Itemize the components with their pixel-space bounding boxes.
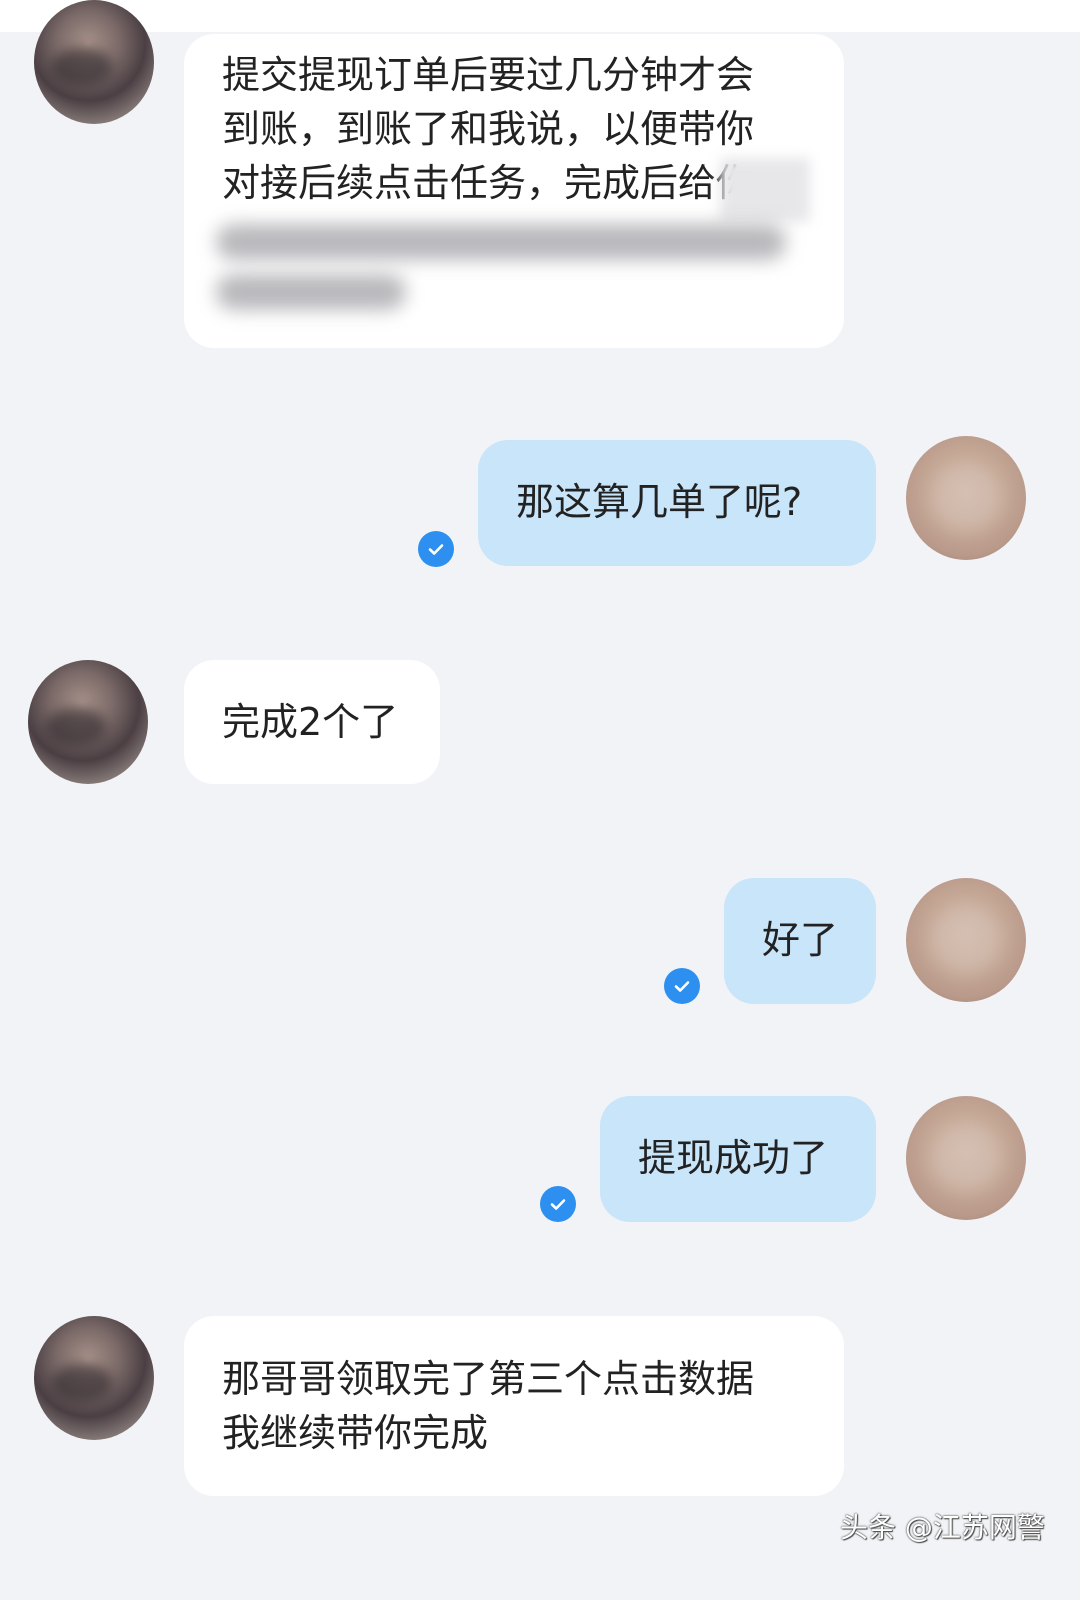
watermark-label: 头条 @江苏网警 (840, 1511, 1045, 1544)
my-avatar[interactable] (906, 1096, 1026, 1220)
my-avatar[interactable] (906, 436, 1026, 560)
message-text: 完成2个了 (222, 700, 399, 744)
read-receipt-icon (418, 531, 454, 567)
message-bubble-incoming[interactable]: 完成2个了 (184, 660, 440, 784)
contact-avatar[interactable] (34, 1316, 154, 1440)
message-bubble-incoming[interactable]: 那哥哥领取完了第三个点击数据 我继续带你完成 (184, 1316, 844, 1496)
read-receipt-icon (540, 1186, 576, 1222)
message-line: 那哥哥领取完了第三个点击数据 (222, 1357, 755, 1401)
message-line: 我继续带你完成 (222, 1411, 489, 1455)
redaction-blur (720, 158, 810, 222)
message-line: 提交提现订单后要过几分钟才会 (222, 53, 755, 97)
message-bubble-incoming[interactable]: 提交提现订单后要过几分钟才会 到账，到账了和我说，以便带你 对接后续点击任务，完… (184, 34, 844, 348)
contact-avatar[interactable] (34, 0, 154, 124)
message-bubble-outgoing[interactable]: 那这算几单了呢? (478, 440, 876, 566)
message-line: 到账，到账了和我说，以便带你 (222, 107, 755, 151)
redaction-blur (216, 274, 406, 310)
top-edge (0, 0, 1080, 32)
message-bubble-outgoing[interactable]: 好了 (724, 878, 876, 1004)
read-receipt-icon (664, 968, 700, 1004)
message-text: 好了 (762, 918, 839, 962)
message-line: 对接后续点击任务，完成后给你 (222, 161, 755, 205)
contact-avatar[interactable] (28, 660, 148, 784)
message-text: 提现成功了 (638, 1136, 829, 1180)
message-bubble-outgoing[interactable]: 提现成功了 (600, 1096, 876, 1222)
message-text: 那这算几单了呢? (516, 480, 803, 524)
redaction-blur (216, 224, 786, 260)
my-avatar[interactable] (906, 878, 1026, 1002)
